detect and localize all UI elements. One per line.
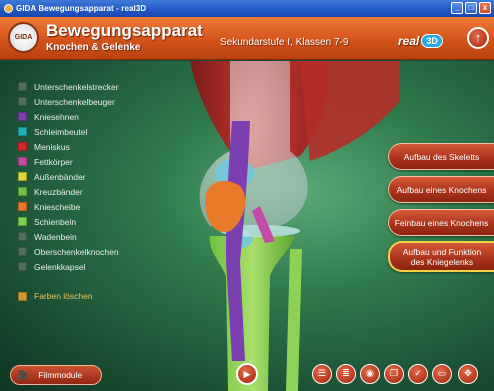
minimize-button[interactable]: _ — [451, 2, 463, 14]
nav-knee-line2: des Kniegelenks — [410, 256, 474, 267]
grade-level: Sekundarstufe I, Klassen 7-9 — [220, 37, 349, 48]
legend-item[interactable]: Wadenbein — [18, 229, 119, 244]
list-button[interactable]: ☰ — [312, 364, 332, 384]
window-controls: _ □ x — [451, 2, 491, 14]
app-subtitle: Knochen & Gelenke — [46, 42, 141, 53]
structure-legend: Unterschenkelstrecker Unterschenkelbeuge… — [18, 79, 119, 274]
legend-label: Schleimbeutel — [34, 126, 88, 137]
copy-icon: ❐ — [389, 368, 399, 378]
up-arrow-icon: ↑ — [474, 30, 482, 45]
color-swatch — [18, 112, 27, 121]
color-swatch — [18, 262, 27, 271]
fibula-bone — [286, 249, 302, 391]
legend-item[interactable]: Kniesehnen — [18, 109, 119, 124]
legend-label: Schienbein — [34, 216, 77, 227]
legend-item[interactable]: Oberschenkelknochen — [18, 244, 119, 259]
window-titlebar: GIDA Bewegungsapparat - real3D _ □ x — [0, 0, 494, 17]
move-button[interactable]: ✥ — [458, 364, 478, 384]
legend-item[interactable]: Schienbein — [18, 214, 119, 229]
color-swatch — [18, 217, 27, 226]
legend-item[interactable]: Gelenkkapsel — [18, 259, 119, 274]
gida-logo: GIDA — [8, 22, 39, 53]
clear-color-swatch — [18, 291, 27, 301]
text-list-icon: ≣ — [342, 368, 350, 378]
move-icon: ✥ — [464, 368, 472, 378]
legend-label: Fettkörper — [34, 156, 73, 167]
legend-item[interactable]: Meniskus — [18, 139, 119, 154]
up-arrow-button[interactable]: ↑ — [467, 27, 489, 49]
color-swatch — [18, 82, 27, 91]
clear-colors-label: Farben löschen — [34, 291, 93, 301]
color-swatch — [18, 142, 27, 151]
close-button[interactable]: x — [479, 2, 491, 14]
legend-label: Oberschenkelknochen — [34, 246, 119, 257]
color-swatch — [18, 232, 27, 241]
legend-label: Kreuzbänder — [34, 186, 83, 197]
play-button[interactable]: ▶ — [236, 363, 258, 385]
nav-knee-joint-button[interactable]: Aufbau und Funktion des Kniegelenks — [388, 241, 494, 272]
legend-item[interactable]: Außenbänder — [18, 169, 119, 184]
color-swatch — [18, 127, 27, 136]
window-button[interactable]: ▭ — [432, 364, 452, 384]
window-icon: ▭ — [437, 368, 447, 378]
film-camera-icon: 🎥 — [17, 369, 29, 380]
color-swatch — [18, 202, 27, 211]
legend-label: Kniescheibe — [34, 201, 81, 212]
window-title: GIDA Bewegungsapparat - real3D — [16, 4, 147, 13]
color-swatch — [18, 157, 27, 166]
legend-item[interactable]: Kniescheibe — [18, 199, 119, 214]
check-icon: ✓ — [414, 368, 422, 378]
legend-label: Außenbänder — [34, 171, 86, 182]
color-swatch — [18, 247, 27, 256]
film-modules-button[interactable]: 🎥 Filmmodule — [10, 365, 102, 385]
play-icon: ▶ — [243, 369, 251, 379]
legend-item[interactable]: Schleimbeutel — [18, 124, 119, 139]
thigh-muscle-right — [300, 61, 400, 161]
maximize-button[interactable]: □ — [465, 2, 477, 14]
legend-label: Meniskus — [34, 141, 70, 152]
clear-colors-button[interactable]: Farben löschen — [18, 291, 93, 301]
copy-button[interactable]: ❐ — [384, 364, 404, 384]
legend-label: Unterschenkelbeuger — [34, 96, 115, 107]
legend-item[interactable]: Unterschenkelstrecker — [18, 79, 119, 94]
list-icon: ☰ — [317, 368, 327, 378]
nav-bone-structure-button[interactable]: Aufbau eines Knochens — [388, 176, 494, 203]
legend-item[interactable]: Fettkörper — [18, 154, 119, 169]
real3d-logo: real 3D — [398, 34, 443, 48]
legend-label: Wadenbein — [34, 231, 77, 242]
main-stage: Unterschenkelstrecker Unterschenkelbeuge… — [0, 61, 494, 391]
app-header: GIDA Bewegungsapparat Knochen & Gelenke … — [0, 17, 494, 60]
legend-label: Kniesehnen — [34, 111, 79, 122]
camera-icon: ◉ — [366, 368, 374, 378]
color-swatch — [18, 172, 27, 181]
legend-item[interactable]: Kreuzbänder — [18, 184, 119, 199]
brand-word: real — [398, 34, 420, 48]
color-swatch — [18, 97, 27, 106]
app-title: Bewegungsapparat — [46, 21, 203, 40]
nav-skeleton-button[interactable]: Aufbau des Skeletts — [388, 143, 494, 170]
legend-label: Gelenkkapsel — [34, 261, 86, 272]
legend-item[interactable]: Unterschenkelbeuger — [18, 94, 119, 109]
check-button[interactable]: ✓ — [408, 364, 428, 384]
app-icon — [4, 4, 13, 13]
film-modules-label: Filmmodule — [38, 370, 83, 380]
nav-bone-microstructure-button[interactable]: Feinbau eines Knochens — [388, 209, 494, 236]
nav-knee-joint-label: Aufbau und Funktion des Kniegelenks — [403, 247, 481, 267]
nav-knee-line1: Aufbau und Funktion — [402, 246, 482, 257]
color-swatch — [18, 187, 27, 196]
camera-button[interactable]: ◉ — [360, 364, 380, 384]
text-list-button[interactable]: ≣ — [336, 364, 356, 384]
brand-badge: 3D — [421, 34, 443, 48]
knee-model-3d[interactable] — [150, 61, 400, 391]
legend-label: Unterschenkelstrecker — [34, 81, 119, 92]
